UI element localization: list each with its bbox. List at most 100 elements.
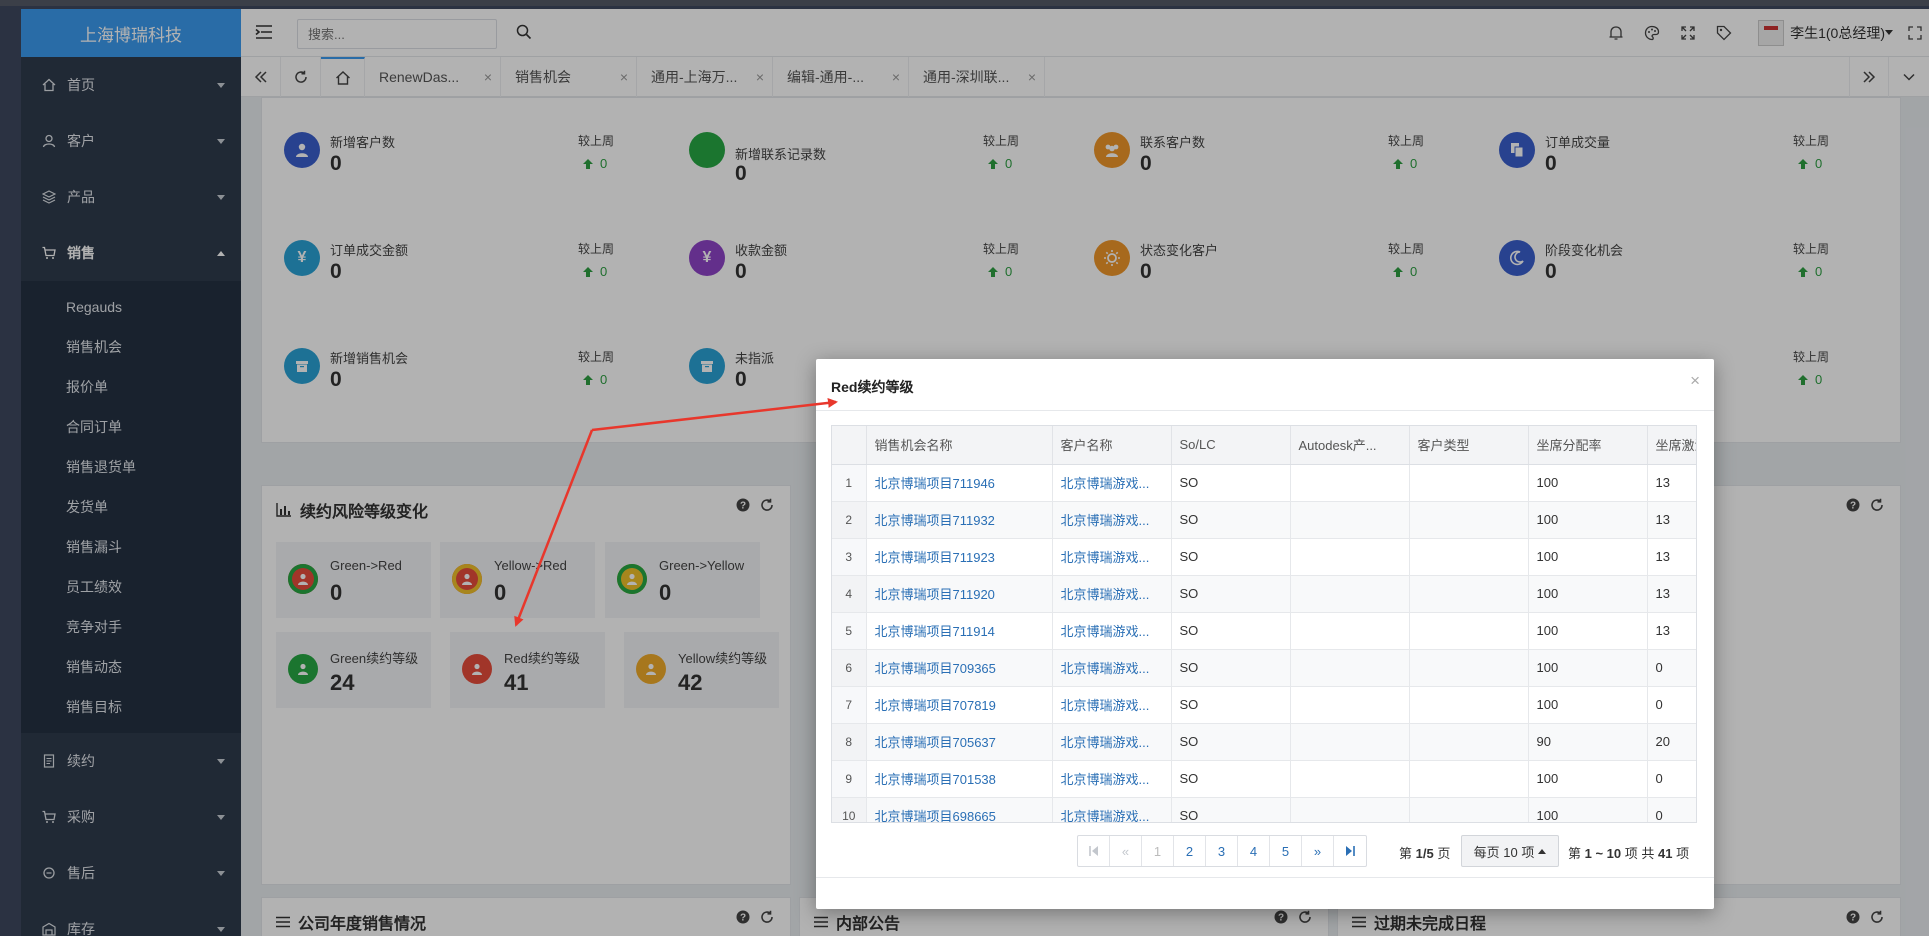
table-cell: [1409, 501, 1529, 539]
modal-header: Red续约等级 ×: [816, 359, 1714, 411]
customer-link[interactable]: 北京博瑞游戏...: [1052, 501, 1172, 539]
column-header[interactable]: 坐席激活: [1647, 426, 1696, 465]
opportunity-link[interactable]: 北京博瑞项目711932: [866, 501, 1053, 539]
page-size-label: 每页 10 项: [1473, 844, 1535, 860]
column-header[interactable]: 客户名称: [1052, 426, 1172, 465]
table-cell: SO: [1171, 538, 1291, 576]
table-cell: 100: [1528, 538, 1648, 576]
table-cell: SO: [1171, 686, 1291, 724]
browser-top-strip: [0, 0, 1929, 6]
table-row[interactable]: 7 北京博瑞项目707819 北京博瑞游戏... SO 100 0: [832, 686, 1696, 724]
page-button[interactable]: 1: [1142, 836, 1174, 866]
row-index: 6: [832, 649, 867, 687]
table-cell: 0: [1647, 760, 1696, 798]
column-header[interactable]: So/LC: [1171, 426, 1291, 465]
table-cell: 100: [1528, 760, 1648, 798]
range-total: 41: [1658, 846, 1673, 861]
table-cell: [1290, 723, 1410, 761]
data-table: 销售机会名称 客户名称 So/LC Autodesk产... 客户类型 坐席分配…: [831, 425, 1697, 823]
range-mid: 项 共: [1624, 846, 1655, 861]
table-cell: [1290, 760, 1410, 798]
opportunity-link[interactable]: 北京博瑞项目711914: [866, 612, 1053, 650]
opportunity-link[interactable]: 北京博瑞项目707819: [866, 686, 1053, 724]
table-row[interactable]: 4 北京博瑞项目711920 北京博瑞游戏... SO 100 13: [832, 575, 1696, 613]
page-button[interactable]: 3: [1206, 836, 1238, 866]
column-header[interactable]: Autodesk产...: [1290, 426, 1410, 465]
page-button[interactable]: 5: [1270, 836, 1302, 866]
table-row[interactable]: 5 北京博瑞项目711914 北京博瑞游戏... SO 100 13: [832, 612, 1696, 650]
opportunity-link[interactable]: 北京博瑞项目711946: [866, 464, 1053, 502]
customer-link[interactable]: 北京博瑞游戏...: [1052, 464, 1172, 502]
red-renewal-modal: Red续约等级 × 销售机会名称 客户名称 So/LC Autodesk产...…: [816, 359, 1714, 909]
table-cell: [1409, 686, 1529, 724]
page-button[interactable]: 4: [1238, 836, 1270, 866]
table-cell: SO: [1171, 612, 1291, 650]
column-header-index: [832, 426, 867, 465]
customer-link[interactable]: 北京博瑞游戏...: [1052, 797, 1172, 822]
table-cell: 13: [1647, 501, 1696, 539]
customer-link[interactable]: 北京博瑞游戏...: [1052, 760, 1172, 798]
table-row[interactable]: 3 北京博瑞项目711923 北京博瑞游戏... SO 100 13: [832, 538, 1696, 576]
table-cell: SO: [1171, 723, 1291, 761]
range-prefix: 第: [1568, 846, 1582, 861]
table-cell: [1290, 649, 1410, 687]
next-page-button[interactable]: »: [1302, 836, 1334, 866]
opportunity-link[interactable]: 北京博瑞项目711920: [866, 575, 1053, 613]
table-cell: 13: [1647, 538, 1696, 576]
last-page-icon[interactable]: [1334, 836, 1366, 866]
table-cell: [1409, 464, 1529, 502]
opportunity-link[interactable]: 北京博瑞项目698665: [866, 797, 1053, 822]
page-button[interactable]: 2: [1174, 836, 1206, 866]
customer-link[interactable]: 北京博瑞游戏...: [1052, 612, 1172, 650]
column-header[interactable]: 销售机会名称: [866, 426, 1053, 465]
caret-up-icon: [1538, 848, 1547, 854]
modal-title: Red续约等级: [831, 379, 914, 395]
table-cell: SO: [1171, 501, 1291, 539]
table-cell: [1409, 575, 1529, 613]
row-index: 5: [832, 612, 867, 650]
column-header[interactable]: 坐席分配率: [1528, 426, 1648, 465]
customer-link[interactable]: 北京博瑞游戏...: [1052, 538, 1172, 576]
opportunity-link[interactable]: 北京博瑞项目711923: [866, 538, 1053, 576]
table-cell: 100: [1528, 797, 1648, 822]
table-row[interactable]: 10 北京博瑞项目698665 北京博瑞游戏... SO 100 0: [832, 797, 1696, 822]
page-info-suffix: 页: [1437, 846, 1451, 861]
prev-page-button[interactable]: «: [1110, 836, 1142, 866]
table-cell: 20: [1647, 723, 1696, 761]
page-size-select[interactable]: 每页 10 项: [1461, 835, 1559, 867]
page-info-prefix: 第: [1399, 846, 1413, 861]
close-icon[interactable]: ×: [1690, 371, 1700, 391]
customer-link[interactable]: 北京博瑞游戏...: [1052, 649, 1172, 687]
page-indicator: 第 1/5 页: [1399, 843, 1450, 862]
table-row[interactable]: 6 北京博瑞项目709365 北京博瑞游戏... SO 100 0: [832, 649, 1696, 687]
table-cell: SO: [1171, 797, 1291, 822]
customer-link[interactable]: 北京博瑞游戏...: [1052, 686, 1172, 724]
table-cell: SO: [1171, 464, 1291, 502]
table-row[interactable]: 1 北京博瑞项目711946 北京博瑞游戏... SO 100 13: [832, 464, 1696, 502]
table-cell: 13: [1647, 464, 1696, 502]
table-cell: 100: [1528, 612, 1648, 650]
opportunity-link[interactable]: 北京博瑞项目701538: [866, 760, 1053, 798]
table-row[interactable]: 8 北京博瑞项目705637 北京博瑞游戏... SO 90 20: [832, 723, 1696, 761]
range-suffix: 项: [1676, 846, 1690, 861]
table-cell: [1409, 538, 1529, 576]
row-index: 9: [832, 760, 867, 798]
table-row[interactable]: 9 北京博瑞项目701538 北京博瑞游戏... SO 100 0: [832, 760, 1696, 798]
table-cell: 100: [1528, 464, 1648, 502]
row-index: 4: [832, 575, 867, 613]
customer-link[interactable]: 北京博瑞游戏...: [1052, 575, 1172, 613]
table-cell: [1290, 612, 1410, 650]
first-page-icon[interactable]: [1078, 836, 1110, 866]
table-row[interactable]: 2 北京博瑞项目711932 北京博瑞游戏... SO 100 13: [832, 501, 1696, 539]
page-info-current: 1/5: [1415, 846, 1434, 861]
opportunity-link[interactable]: 北京博瑞项目709365: [866, 649, 1053, 687]
table-cell: 0: [1647, 797, 1696, 822]
opportunity-link[interactable]: 北京博瑞项目705637: [866, 723, 1053, 761]
table-cell: SO: [1171, 760, 1291, 798]
table-cell: 100: [1528, 501, 1648, 539]
table-header-row: 销售机会名称 客户名称 So/LC Autodesk产... 客户类型 坐席分配…: [832, 426, 1696, 465]
table-cell: 13: [1647, 575, 1696, 613]
customer-link[interactable]: 北京博瑞游戏...: [1052, 723, 1172, 761]
column-header[interactable]: 客户类型: [1409, 426, 1529, 465]
pagination-buttons: « 1 2 3 4 5 »: [1077, 835, 1367, 867]
